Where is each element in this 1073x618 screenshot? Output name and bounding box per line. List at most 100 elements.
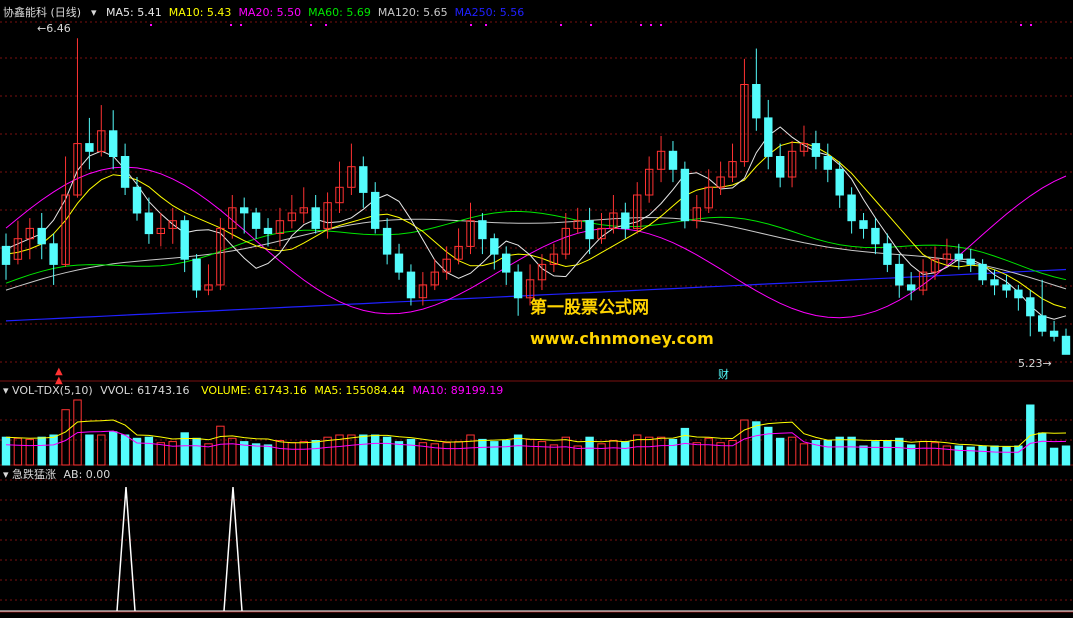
candle-body <box>1014 289 1023 299</box>
ma10-line <box>5 141 1067 309</box>
signal-dot <box>640 24 642 26</box>
high-price-marker: ←6.46 <box>37 22 71 35</box>
volume-bar <box>752 421 761 466</box>
signal-dot <box>150 24 152 26</box>
event-marker-finance[interactable]: 财 <box>718 368 729 382</box>
volume-bar <box>394 441 404 466</box>
volume-bar <box>776 437 785 466</box>
signal-dot <box>230 24 232 26</box>
low-price-marker: 5.23→ <box>1018 357 1052 370</box>
candle-body <box>1061 335 1071 355</box>
indicator-toggle-icon[interactable]: ▾ <box>91 6 97 20</box>
signal-dot <box>240 24 242 26</box>
volume-bar <box>359 434 368 466</box>
vol-ma10-value: MA10: 89199.19 <box>412 384 504 397</box>
volume-bar <box>13 437 23 466</box>
vvol-value: VVOL: 61743.16 <box>100 384 190 397</box>
double-up-arrow-icon[interactable]: ▲ ▲ <box>55 367 63 386</box>
volume-bar <box>37 436 46 466</box>
volume-bar <box>132 437 142 466</box>
watermark-title: 第一股票公式网 <box>530 298 649 318</box>
volume-bar <box>954 445 963 466</box>
volume-bar <box>109 431 118 466</box>
volume-bar <box>764 426 773 466</box>
candle-body <box>382 227 392 255</box>
candle-body <box>120 156 130 188</box>
candle-body <box>954 253 963 260</box>
volume-bar <box>192 437 201 466</box>
candle-body <box>144 212 154 235</box>
volume-bar <box>1014 445 1023 466</box>
candle-body <box>311 207 320 229</box>
candle-body <box>85 143 94 152</box>
signal-dot <box>660 24 662 26</box>
candle-body <box>823 156 832 170</box>
candle-body <box>240 207 249 214</box>
indicator-toggle2-icon[interactable]: ▾ <box>3 468 9 481</box>
volume-bar <box>597 443 606 466</box>
candle-body <box>1002 284 1011 291</box>
ma-legend: MA5: 5.41 MA10: 5.43 MA20: 5.50 MA60: 5.69 M… <box>106 6 531 20</box>
signal-dot <box>1020 24 1022 26</box>
candle-body <box>192 258 201 291</box>
candle-body <box>109 130 118 158</box>
candle-body <box>371 191 380 229</box>
candle-body <box>180 220 189 260</box>
stock-title: 协鑫能科 (日线) <box>3 6 82 19</box>
volume-bar <box>513 434 523 466</box>
signal-dot <box>1030 24 1032 26</box>
ma-legend-item-2: MA20: 5.50 <box>238 6 302 19</box>
volume-bar <box>609 440 618 466</box>
volume-bar <box>621 441 630 466</box>
indicator-spike <box>223 486 243 612</box>
candle-body <box>513 271 523 299</box>
volume-bar <box>656 436 666 466</box>
candle-body <box>859 220 868 229</box>
volume-bar <box>251 443 261 466</box>
candle-body <box>359 166 368 193</box>
volume-panel-header: ▾ VOL-TDX(5,10) VVOL: 61743.16 VOLUME: 6… <box>3 384 503 398</box>
signal-dot <box>470 24 472 26</box>
volume-bar <box>1038 432 1047 466</box>
volume-bar <box>1002 446 1011 466</box>
ma60-line <box>5 210 1067 284</box>
volume-toggle-icon[interactable]: ▾ <box>3 384 9 397</box>
candle-body <box>811 143 821 157</box>
candle-body <box>1 245 11 265</box>
volume-bar <box>895 437 904 466</box>
volume-bar <box>561 436 570 466</box>
candle-body <box>490 238 499 255</box>
volume-bar <box>645 436 654 466</box>
volume-bar <box>454 441 463 466</box>
volume-bar <box>918 441 928 466</box>
volume-bar <box>25 438 35 466</box>
volume-bar <box>144 436 154 466</box>
volume-bar <box>680 427 690 466</box>
signal-dot <box>560 24 562 26</box>
volume-bar <box>216 425 225 466</box>
volume-bar <box>1061 445 1071 466</box>
volume-bar <box>871 441 880 466</box>
candle-body <box>966 258 975 265</box>
candle-body <box>764 117 773 157</box>
ma-legend-item-5: MA250: 5.56 <box>454 6 525 19</box>
volume-bar <box>787 436 797 466</box>
volume-bar <box>168 441 177 466</box>
volume-bar <box>478 438 487 466</box>
candle-body <box>978 263 987 281</box>
volume-bar <box>966 446 975 466</box>
candle-body <box>895 263 904 286</box>
candle-body <box>847 194 856 222</box>
ma-legend-item-1: MA10: 5.43 <box>168 6 232 19</box>
volume-bar <box>907 444 916 466</box>
indicator-panel-header: ▾ 急跌猛涨 AB: 0.00 <box>3 468 110 482</box>
signal-dot <box>310 24 312 26</box>
candle-body <box>776 156 785 178</box>
candle-body <box>990 279 999 286</box>
volume-bar <box>287 442 297 466</box>
candle-body <box>251 212 261 229</box>
candle-body <box>680 168 690 222</box>
candle-body <box>907 284 916 291</box>
volume-bar <box>740 419 749 466</box>
signal-dot <box>650 24 652 26</box>
